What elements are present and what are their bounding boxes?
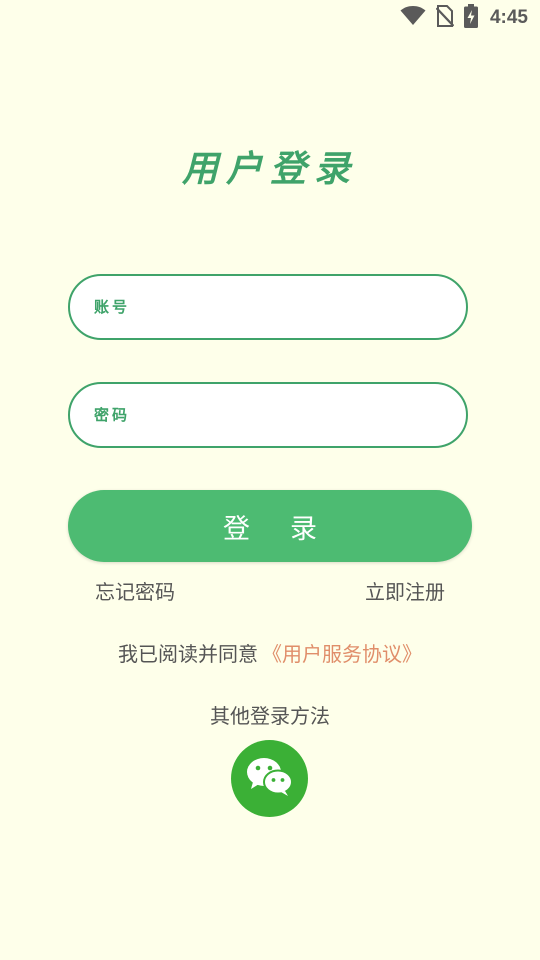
other-login-label: 其他登录方法: [210, 704, 330, 728]
forgot-password-link[interactable]: 忘记密码: [95, 576, 175, 605]
password-input[interactable]: [70, 384, 466, 446]
account-field[interactable]: [68, 274, 468, 340]
no-sim-icon: [435, 5, 455, 31]
account-input[interactable]: [70, 276, 466, 338]
login-button[interactable]: 登录: [68, 490, 472, 562]
wifi-icon: [400, 5, 426, 30]
register-link[interactable]: 立即注册: [365, 576, 445, 605]
status-icons: 4:45: [400, 4, 528, 32]
battery-charging-icon: [463, 4, 478, 32]
password-field[interactable]: [68, 382, 468, 448]
wechat-icon: [245, 756, 295, 802]
agreement-prefix: 我已阅读并同意: [118, 642, 258, 666]
status-bar: 4:45: [0, 0, 540, 36]
wechat-login-button[interactable]: [231, 740, 308, 817]
agreement-text: 我已阅读并同意 《用户服务协议》: [0, 638, 540, 667]
status-time: 4:45: [489, 7, 528, 28]
page-title: 用户登录: [181, 148, 358, 190]
user-agreement-link[interactable]: 《用户服务协议》: [262, 642, 422, 666]
